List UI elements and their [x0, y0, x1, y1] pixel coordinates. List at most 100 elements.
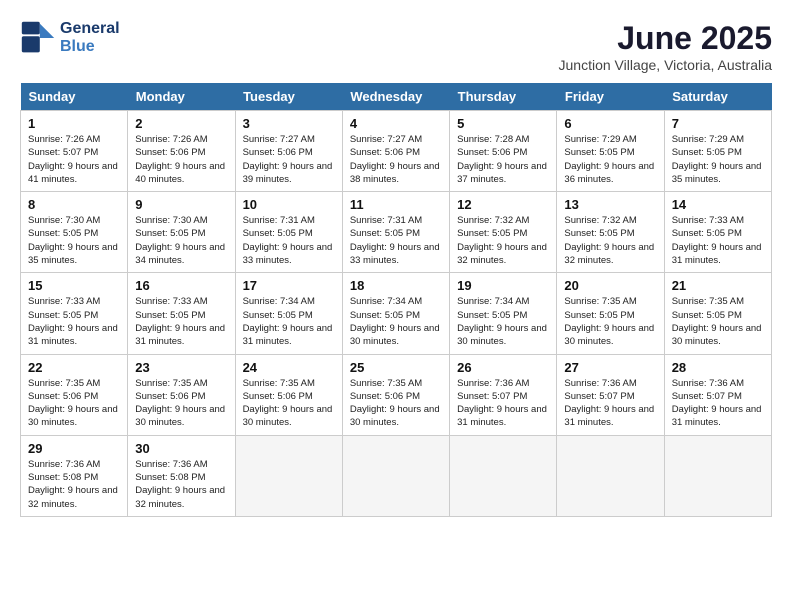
day-info: Sunrise: 7:36 AM Sunset: 5:07 PM Dayligh… [564, 377, 656, 430]
day-cell: 25 Sunrise: 7:35 AM Sunset: 5:06 PM Dayl… [342, 354, 449, 435]
calendar-table: Sunday Monday Tuesday Wednesday Thursday… [20, 83, 772, 517]
calendar-week-4: 22 Sunrise: 7:35 AM Sunset: 5:06 PM Dayl… [21, 354, 772, 435]
day-number: 3 [243, 116, 335, 131]
day-number: 20 [564, 278, 656, 293]
day-cell: 5 Sunrise: 7:28 AM Sunset: 5:06 PM Dayli… [450, 111, 557, 192]
day-cell: 10 Sunrise: 7:31 AM Sunset: 5:05 PM Dayl… [235, 192, 342, 273]
day-number: 12 [457, 197, 549, 212]
day-number: 10 [243, 197, 335, 212]
day-info: Sunrise: 7:35 AM Sunset: 5:05 PM Dayligh… [564, 295, 656, 348]
day-cell: 1 Sunrise: 7:26 AM Sunset: 5:07 PM Dayli… [21, 111, 128, 192]
day-cell: 27 Sunrise: 7:36 AM Sunset: 5:07 PM Dayl… [557, 354, 664, 435]
day-info: Sunrise: 7:27 AM Sunset: 5:06 PM Dayligh… [243, 133, 335, 186]
day-number: 4 [350, 116, 442, 131]
page-header: General Blue June 2025 Junction Village,… [20, 20, 772, 73]
day-info: Sunrise: 7:28 AM Sunset: 5:06 PM Dayligh… [457, 133, 549, 186]
day-cell: 15 Sunrise: 7:33 AM Sunset: 5:05 PM Dayl… [21, 273, 128, 354]
day-cell: 23 Sunrise: 7:35 AM Sunset: 5:06 PM Dayl… [128, 354, 235, 435]
day-cell: 24 Sunrise: 7:35 AM Sunset: 5:06 PM Dayl… [235, 354, 342, 435]
day-number: 27 [564, 360, 656, 375]
day-info: Sunrise: 7:33 AM Sunset: 5:05 PM Dayligh… [28, 295, 120, 348]
day-number: 1 [28, 116, 120, 131]
day-number: 30 [135, 441, 227, 456]
location: Junction Village, Victoria, Australia [559, 57, 773, 73]
calendar-week-5: 29 Sunrise: 7:36 AM Sunset: 5:08 PM Dayl… [21, 435, 772, 516]
day-info: Sunrise: 7:31 AM Sunset: 5:05 PM Dayligh… [243, 214, 335, 267]
day-cell: 18 Sunrise: 7:34 AM Sunset: 5:05 PM Dayl… [342, 273, 449, 354]
day-cell: 6 Sunrise: 7:29 AM Sunset: 5:05 PM Dayli… [557, 111, 664, 192]
day-info: Sunrise: 7:35 AM Sunset: 5:06 PM Dayligh… [350, 377, 442, 430]
empty-cell [342, 435, 449, 516]
day-number: 14 [672, 197, 764, 212]
day-cell: 2 Sunrise: 7:26 AM Sunset: 5:06 PM Dayli… [128, 111, 235, 192]
day-number: 17 [243, 278, 335, 293]
day-info: Sunrise: 7:35 AM Sunset: 5:06 PM Dayligh… [135, 377, 227, 430]
day-number: 24 [243, 360, 335, 375]
logo-icon [20, 20, 56, 56]
day-number: 13 [564, 197, 656, 212]
day-cell: 20 Sunrise: 7:35 AM Sunset: 5:05 PM Dayl… [557, 273, 664, 354]
day-cell: 14 Sunrise: 7:33 AM Sunset: 5:05 PM Dayl… [664, 192, 771, 273]
day-info: Sunrise: 7:36 AM Sunset: 5:08 PM Dayligh… [135, 458, 227, 511]
empty-cell [450, 435, 557, 516]
day-cell: 30 Sunrise: 7:36 AM Sunset: 5:08 PM Dayl… [128, 435, 235, 516]
day-info: Sunrise: 7:33 AM Sunset: 5:05 PM Dayligh… [672, 214, 764, 267]
col-sunday: Sunday [21, 83, 128, 111]
day-cell: 4 Sunrise: 7:27 AM Sunset: 5:06 PM Dayli… [342, 111, 449, 192]
day-info: Sunrise: 7:26 AM Sunset: 5:06 PM Dayligh… [135, 133, 227, 186]
day-info: Sunrise: 7:35 AM Sunset: 5:06 PM Dayligh… [243, 377, 335, 430]
calendar-header-row: Sunday Monday Tuesday Wednesday Thursday… [21, 83, 772, 111]
calendar-week-3: 15 Sunrise: 7:33 AM Sunset: 5:05 PM Dayl… [21, 273, 772, 354]
col-tuesday: Tuesday [235, 83, 342, 111]
day-number: 5 [457, 116, 549, 131]
empty-cell [557, 435, 664, 516]
day-info: Sunrise: 7:32 AM Sunset: 5:05 PM Dayligh… [457, 214, 549, 267]
empty-cell [235, 435, 342, 516]
day-number: 6 [564, 116, 656, 131]
day-number: 21 [672, 278, 764, 293]
day-cell: 9 Sunrise: 7:30 AM Sunset: 5:05 PM Dayli… [128, 192, 235, 273]
day-number: 8 [28, 197, 120, 212]
day-info: Sunrise: 7:29 AM Sunset: 5:05 PM Dayligh… [564, 133, 656, 186]
day-number: 29 [28, 441, 120, 456]
day-number: 23 [135, 360, 227, 375]
col-wednesday: Wednesday [342, 83, 449, 111]
day-number: 11 [350, 197, 442, 212]
day-number: 18 [350, 278, 442, 293]
day-cell: 11 Sunrise: 7:31 AM Sunset: 5:05 PM Dayl… [342, 192, 449, 273]
col-friday: Friday [557, 83, 664, 111]
day-cell: 26 Sunrise: 7:36 AM Sunset: 5:07 PM Dayl… [450, 354, 557, 435]
calendar-week-1: 1 Sunrise: 7:26 AM Sunset: 5:07 PM Dayli… [21, 111, 772, 192]
day-cell: 7 Sunrise: 7:29 AM Sunset: 5:05 PM Dayli… [664, 111, 771, 192]
day-number: 26 [457, 360, 549, 375]
col-saturday: Saturday [664, 83, 771, 111]
day-info: Sunrise: 7:34 AM Sunset: 5:05 PM Dayligh… [350, 295, 442, 348]
day-number: 25 [350, 360, 442, 375]
day-info: Sunrise: 7:34 AM Sunset: 5:05 PM Dayligh… [457, 295, 549, 348]
day-info: Sunrise: 7:30 AM Sunset: 5:05 PM Dayligh… [28, 214, 120, 267]
day-number: 15 [28, 278, 120, 293]
day-cell: 16 Sunrise: 7:33 AM Sunset: 5:05 PM Dayl… [128, 273, 235, 354]
logo: General Blue [20, 20, 120, 56]
day-cell: 22 Sunrise: 7:35 AM Sunset: 5:06 PM Dayl… [21, 354, 128, 435]
day-info: Sunrise: 7:34 AM Sunset: 5:05 PM Dayligh… [243, 295, 335, 348]
day-cell: 12 Sunrise: 7:32 AM Sunset: 5:05 PM Dayl… [450, 192, 557, 273]
day-cell: 13 Sunrise: 7:32 AM Sunset: 5:05 PM Dayl… [557, 192, 664, 273]
day-info: Sunrise: 7:35 AM Sunset: 5:05 PM Dayligh… [672, 295, 764, 348]
day-info: Sunrise: 7:30 AM Sunset: 5:05 PM Dayligh… [135, 214, 227, 267]
month-title: June 2025 [559, 20, 773, 57]
day-info: Sunrise: 7:36 AM Sunset: 5:08 PM Dayligh… [28, 458, 120, 511]
day-info: Sunrise: 7:32 AM Sunset: 5:05 PM Dayligh… [564, 214, 656, 267]
day-cell: 8 Sunrise: 7:30 AM Sunset: 5:05 PM Dayli… [21, 192, 128, 273]
day-cell: 3 Sunrise: 7:27 AM Sunset: 5:06 PM Dayli… [235, 111, 342, 192]
day-cell: 29 Sunrise: 7:36 AM Sunset: 5:08 PM Dayl… [21, 435, 128, 516]
day-info: Sunrise: 7:36 AM Sunset: 5:07 PM Dayligh… [672, 377, 764, 430]
day-info: Sunrise: 7:31 AM Sunset: 5:05 PM Dayligh… [350, 214, 442, 267]
day-info: Sunrise: 7:26 AM Sunset: 5:07 PM Dayligh… [28, 133, 120, 186]
calendar-week-2: 8 Sunrise: 7:30 AM Sunset: 5:05 PM Dayli… [21, 192, 772, 273]
day-info: Sunrise: 7:29 AM Sunset: 5:05 PM Dayligh… [672, 133, 764, 186]
day-cell: 19 Sunrise: 7:34 AM Sunset: 5:05 PM Dayl… [450, 273, 557, 354]
col-monday: Monday [128, 83, 235, 111]
day-number: 19 [457, 278, 549, 293]
col-thursday: Thursday [450, 83, 557, 111]
